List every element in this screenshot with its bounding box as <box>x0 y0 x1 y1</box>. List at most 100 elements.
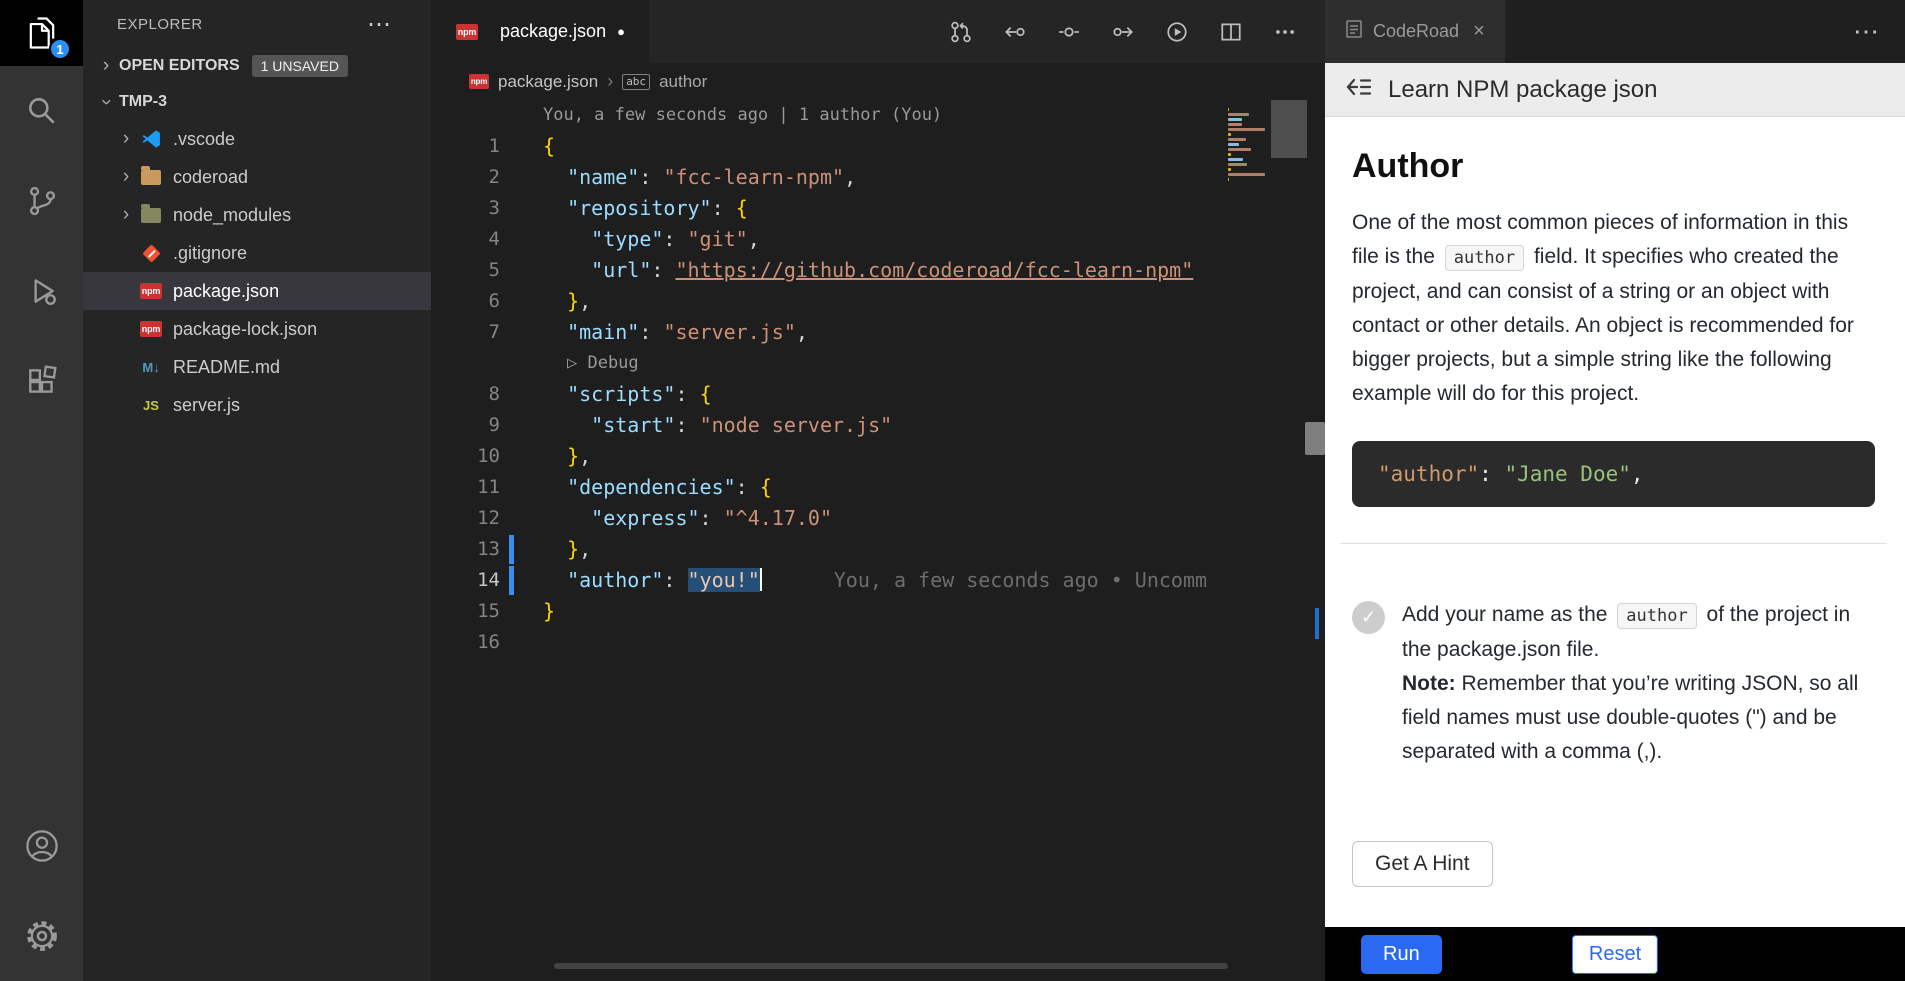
minimap-line <box>1228 113 1249 116</box>
tree-item-node-modules[interactable]: › node_modules <box>83 196 431 234</box>
more-actions-icon[interactable] <box>1273 20 1297 44</box>
task-check-icon: ✓ <box>1352 601 1385 634</box>
tree-item--vscode[interactable]: ›.vscode <box>83 120 431 158</box>
vertical-scrollbar[interactable] <box>1271 100 1325 981</box>
task-text: Add your name as the author of the proje… <box>1402 598 1875 769</box>
sidebar-item-source-control[interactable] <box>0 156 83 246</box>
minimap[interactable] <box>1228 108 1267 188</box>
step-forward-icon[interactable] <box>1111 20 1135 44</box>
line-number: 15 <box>431 596 500 627</box>
token: , <box>579 444 591 468</box>
modified-dot-icon[interactable]: ● <box>617 24 625 39</box>
token: : <box>639 165 663 189</box>
sidebar-item-search[interactable] <box>0 66 83 156</box>
code-line-14[interactable]: 14 "author": "you!"You, a few seconds ag… <box>431 565 1325 596</box>
sidebar-item-extensions[interactable] <box>0 336 83 426</box>
code-line-3[interactable]: 3 "repository": { <box>431 193 1325 224</box>
token: "git" <box>688 227 748 251</box>
run-button[interactable]: Run <box>1361 935 1442 974</box>
tree-item-package-json[interactable]: npmpackage.json <box>83 272 431 310</box>
code-line-1[interactable]: 1{ <box>431 131 1325 162</box>
code-line-7[interactable]: 7 "main": "server.js", <box>431 317 1325 348</box>
npm-icon: npm <box>139 283 163 299</box>
reset-button[interactable]: Reset <box>1572 935 1658 974</box>
tree-item-package-lock-json[interactable]: npmpackage-lock.json <box>83 310 431 348</box>
code-line-6[interactable]: 6 }, <box>431 286 1325 317</box>
tree-item-readme-md[interactable]: M↓README.md <box>83 348 431 386</box>
codelens[interactable]: You, a few seconds ago | 1 author (You) <box>431 100 1325 131</box>
token <box>543 382 567 406</box>
split-editor-icon[interactable] <box>1219 20 1243 44</box>
activity-bar-top: 1 <box>0 0 83 426</box>
code-line-4[interactable]: 4 "type": "git", <box>431 224 1325 255</box>
account-button[interactable] <box>0 801 83 891</box>
editor-group: npm package.json ● <box>431 0 1325 981</box>
tree-item--gitignore[interactable]: .gitignore <box>83 234 431 272</box>
activity-bar-bottom <box>0 801 83 981</box>
breadcrumb-file[interactable]: package.json <box>498 72 598 92</box>
sidebar-item-run-debug[interactable] <box>0 246 83 336</box>
inline-code-chip: author <box>1445 245 1524 271</box>
code-line-15[interactable]: 15} <box>431 596 1325 627</box>
code-example: "author": "Jane Doe", <box>1352 441 1875 507</box>
tab-package-json[interactable]: npm package.json ● <box>431 0 649 63</box>
text-cursor <box>760 568 762 591</box>
tab-coderoad[interactable]: CodeRoad × <box>1325 0 1505 63</box>
line-text: "repository": { <box>500 193 748 224</box>
codelens[interactable]: ▷ Debug <box>431 348 1325 379</box>
md-icon: M↓ <box>139 360 163 375</box>
code-line-5[interactable]: 5 "url": "https://github.com/coderoad/fc… <box>431 255 1325 286</box>
task-line: Add your name as the author of the proje… <box>1402 598 1875 667</box>
token <box>543 537 567 561</box>
line-number: 12 <box>431 503 500 534</box>
breadcrumb-symbol[interactable]: author <box>659 72 707 92</box>
line-text: "main": "server.js", <box>500 317 808 348</box>
back-to-lessons-icon[interactable] <box>1345 75 1373 104</box>
settings-button[interactable] <box>0 891 83 981</box>
line-number: 10 <box>431 441 500 472</box>
panel-more-actions-icon[interactable]: ⋯ <box>1853 0 1905 63</box>
tab-label: package.json <box>500 21 606 42</box>
sash-handle[interactable] <box>1305 422 1325 455</box>
open-editors-section[interactable]: › OPEN EDITORS 1 UNSAVED <box>83 48 431 84</box>
workspace-root-section[interactable]: › TMP-3 <box>83 84 431 120</box>
token: { <box>736 196 748 220</box>
step-back-icon[interactable] <box>1003 20 1027 44</box>
code-line-2[interactable]: 2 "name": "fcc-learn-npm", <box>431 162 1325 193</box>
code-line-12[interactable]: 12 "express": "^4.17.0" <box>431 503 1325 534</box>
code-line-13[interactable]: 13 }, <box>431 534 1325 565</box>
line-number: 5 <box>431 255 500 286</box>
get-hint-button[interactable]: Get A Hint <box>1352 841 1493 887</box>
line-number: 16 <box>431 627 500 658</box>
code-line-16[interactable]: 16 <box>431 627 1325 658</box>
example-token: "author" <box>1378 462 1479 486</box>
tree-item-server-js[interactable]: JSserver.js <box>83 386 431 424</box>
line-number: 7 <box>431 317 500 348</box>
code-editor[interactable]: You, a few seconds ago | 1 author (You)1… <box>431 100 1325 981</box>
minimap-line <box>1228 133 1231 136</box>
scrollbar-slider[interactable] <box>1271 100 1307 158</box>
token: "author" <box>567 568 663 592</box>
token <box>543 506 591 530</box>
tree-item-coderoad[interactable]: ›coderoad <box>83 158 431 196</box>
token: , <box>748 227 760 251</box>
token: "node server.js" <box>700 413 893 437</box>
lesson-header: Learn NPM package json <box>1325 63 1905 117</box>
record-step-icon[interactable] <box>1057 20 1081 44</box>
run-circle-icon[interactable] <box>1165 20 1189 44</box>
chevron-right-icon: › <box>113 204 139 226</box>
token: : <box>675 413 699 437</box>
code-line-10[interactable]: 10 }, <box>431 441 1325 472</box>
file-tree: ›.vscode›coderoad › node_modules .gitignore… <box>83 120 431 424</box>
code-line-8[interactable]: 8 "scripts": { <box>431 379 1325 410</box>
explorer-more-actions-icon[interactable]: ⋯ <box>367 10 391 39</box>
pull-request-icon[interactable] <box>949 20 973 44</box>
npm-file-icon: npm <box>469 74 489 89</box>
tree-item-label: node_modules <box>173 205 291 226</box>
code-line-9[interactable]: 9 "start": "node server.js" <box>431 410 1325 441</box>
horizontal-scrollbar[interactable] <box>554 963 1228 969</box>
source-control-icon <box>25 184 59 218</box>
code-line-11[interactable]: 11 "dependencies": { <box>431 472 1325 503</box>
sidebar-item-explorer[interactable]: 1 <box>0 0 83 66</box>
close-icon[interactable]: × <box>1473 20 1485 43</box>
